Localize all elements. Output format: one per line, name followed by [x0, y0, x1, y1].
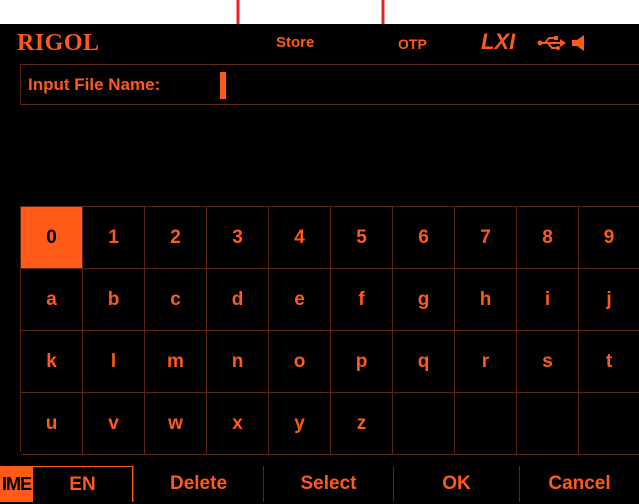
speaker-icon — [572, 35, 584, 51]
keyboard-key[interactable]: 4 — [269, 207, 331, 269]
virtual-keyboard: 0123456789 abcdefghij klmnopqrst uvwxyz — [20, 206, 639, 455]
keyboard-key[interactable]: z — [331, 393, 393, 455]
brand-logo: RIGOL — [17, 30, 100, 56]
select-softkey[interactable]: Select — [263, 466, 393, 502]
keyboard-key[interactable]: k — [21, 331, 83, 393]
keyboard-key-empty — [393, 393, 455, 455]
ime-language-softkey[interactable]: EN — [33, 466, 133, 502]
keyboard-key[interactable]: f — [331, 269, 393, 331]
keyboard-key[interactable]: 6 — [393, 207, 455, 269]
keyboard-key[interactable]: o — [269, 331, 331, 393]
keyboard-key[interactable]: c — [145, 269, 207, 331]
keyboard-key[interactable]: u — [21, 393, 83, 455]
keyboard-key[interactable]: t — [579, 331, 639, 393]
keyboard-key[interactable]: x — [207, 393, 269, 455]
usb-icon — [537, 36, 566, 50]
ok-softkey[interactable]: OK — [393, 466, 519, 502]
otp-indicator: OTP — [398, 36, 427, 52]
keyboard-key[interactable]: 0 — [21, 207, 83, 269]
keyboard-key[interactable]: 1 — [83, 207, 145, 269]
keyboard-key[interactable]: e — [269, 269, 331, 331]
keyboard-key[interactable]: a — [21, 269, 83, 331]
keyboard-key[interactable]: d — [207, 269, 269, 331]
keyboard-key[interactable]: y — [269, 393, 331, 455]
keyboard-key[interactable]: m — [145, 331, 207, 393]
status-bar: RIGOL Store OTP LXI — [0, 24, 639, 58]
keyboard-key[interactable]: v — [83, 393, 145, 455]
softkey-bar: IME EN Delete Select OK Cancel — [0, 464, 639, 504]
keyboard-key[interactable]: q — [393, 331, 455, 393]
keyboard-key[interactable]: g — [393, 269, 455, 331]
cancel-softkey[interactable]: Cancel — [519, 466, 639, 502]
keyboard-key[interactable]: 8 — [517, 207, 579, 269]
keyboard-key[interactable]: b — [83, 269, 145, 331]
keyboard-key[interactable]: 9 — [579, 207, 639, 269]
keyboard-key[interactable]: 7 — [455, 207, 517, 269]
keyboard-key-empty — [579, 393, 639, 455]
keyboard-key[interactable]: j — [579, 269, 639, 331]
input-file-name-label: Input File Name: — [28, 75, 161, 94]
ime-tag: IME — [0, 466, 33, 502]
text-cursor — [220, 72, 226, 99]
keyboard-key[interactable]: i — [517, 269, 579, 331]
keyboard-key[interactable]: l — [83, 331, 145, 393]
keyboard-key[interactable]: 3 — [207, 207, 269, 269]
keyboard-key-empty — [455, 393, 517, 455]
keyboard-key[interactable]: r — [455, 331, 517, 393]
lxi-logo: LXI — [481, 29, 516, 54]
keyboard-key-empty — [517, 393, 579, 455]
keyboard-key[interactable]: 2 — [145, 207, 207, 269]
keyboard-key[interactable]: 5 — [331, 207, 393, 269]
file-name-input-row: Input File Name: — [20, 64, 639, 105]
keyboard-key[interactable]: w — [145, 393, 207, 455]
instrument-screen: RIGOL Store OTP LXI Input File Name: 012… — [0, 24, 639, 504]
keyboard-key[interactable]: p — [331, 331, 393, 393]
keyboard-key[interactable]: h — [455, 269, 517, 331]
keyboard-key[interactable]: s — [517, 331, 579, 393]
delete-softkey[interactable]: Delete — [133, 466, 263, 502]
mode-label: Store — [276, 34, 315, 51]
keyboard-key[interactable]: n — [207, 331, 269, 393]
